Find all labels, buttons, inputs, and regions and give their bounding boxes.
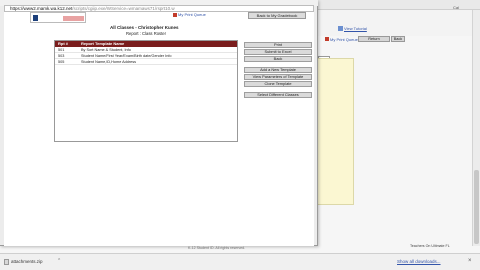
template-name[interactable]: Student Name,ID,Home Address xyxy=(81,59,136,64)
logo-stripe xyxy=(63,16,84,21)
class-title: All Classes - Christopher Kunes xyxy=(110,25,179,30)
select-different-classes-button[interactable]: Select Different Classes xyxy=(244,92,312,98)
url-host: https://www2.mamk.wa.k12.net xyxy=(10,6,73,11)
close-icon[interactable]: × xyxy=(468,258,472,264)
file-icon xyxy=(4,259,9,265)
view-tutorial-link[interactable]: View Tutorial xyxy=(344,26,367,31)
add-new-template-button[interactable]: Add a New Template xyxy=(244,67,312,73)
background-print-queue-link[interactable]: My Print Queue xyxy=(330,37,358,42)
back-button[interactable]: Back xyxy=(244,56,312,62)
rpt-number: 505 xyxy=(58,60,65,64)
download-item[interactable]: attachments.zip xyxy=(11,259,43,264)
page-footer-right: Teachers On Ultimate FL xyxy=(410,244,450,248)
table-row[interactable]: 505 Student Name,ID,Home Address xyxy=(55,59,237,65)
popup-url-bar[interactable]: https://www2.mamk.wa.k12.net/scripts/cgi… xyxy=(4,5,314,12)
url-path: /scripts/cgiip.exe/WService=wmamaws71/rs… xyxy=(72,6,175,11)
background-header xyxy=(318,10,478,36)
printer-icon xyxy=(173,13,177,17)
view-parameters-button[interactable]: View Parameters of Template xyxy=(244,74,312,80)
clone-template-button[interactable]: Clone Template xyxy=(244,81,312,87)
popup-window: https://www2.mamk.wa.k12.net/scripts/cgi… xyxy=(0,0,318,246)
video-icon xyxy=(338,26,343,31)
submit-to-excel-button[interactable]: Submit to Excel xyxy=(244,49,312,55)
logo-mark xyxy=(33,15,38,21)
report-name: Report : Class Roster xyxy=(126,31,167,36)
print-button[interactable]: Print xyxy=(244,42,312,48)
district-logo xyxy=(30,12,86,23)
show-all-downloads-link[interactable]: Show all downloads... xyxy=(397,259,441,264)
popup-page: My Print Queue Back to My Gradebook All … xyxy=(4,12,314,246)
printer-icon xyxy=(325,37,329,41)
vertical-scrollbar[interactable] xyxy=(472,10,480,246)
background-back-button[interactable]: Back xyxy=(391,36,405,42)
back-to-gradebook-button[interactable]: Back to My Gradebook xyxy=(248,12,306,19)
report-template-table: Rpt # Report Template Name 501 By Sort N… xyxy=(54,40,238,142)
background-return-button[interactable]: Return xyxy=(358,36,390,42)
chevron-up-icon[interactable]: ⌃ xyxy=(57,258,61,264)
scrollbar-thumb[interactable] xyxy=(474,170,479,244)
downloads-bar: attachments.zip ⌃ Show all downloads... … xyxy=(0,253,480,270)
page-footer: K-12 Student ID. All rights reserved. xyxy=(188,246,246,250)
print-queue-link[interactable]: My Print Queue xyxy=(178,12,206,17)
